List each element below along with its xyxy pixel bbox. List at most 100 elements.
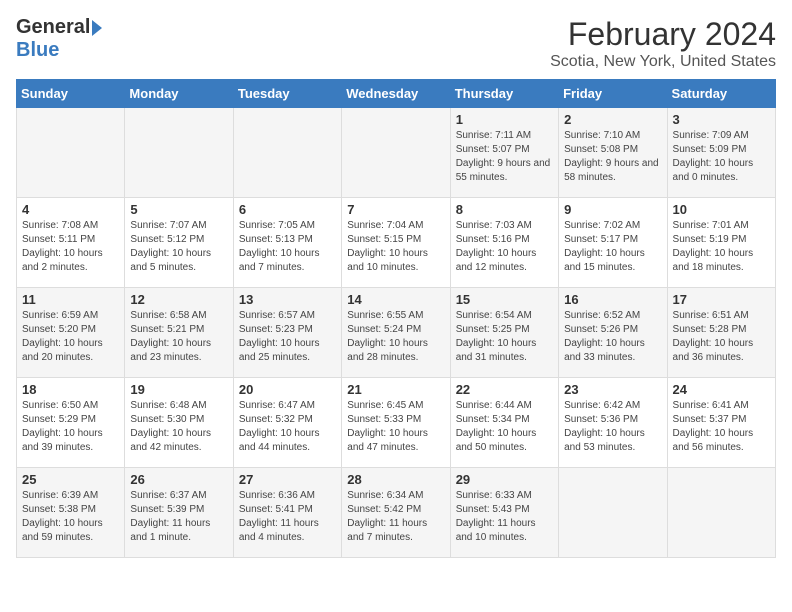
logo-triangle-icon bbox=[92, 20, 102, 36]
day-info: Sunrise: 7:05 AM Sunset: 5:13 PM Dayligh… bbox=[239, 219, 336, 275]
calendar-day-cell: 15 Sunrise: 6:54 AM Sunset: 5:25 PM Dayli… bbox=[450, 288, 558, 378]
day-info: Sunrise: 6:45 AM Sunset: 5:33 PM Dayligh… bbox=[347, 399, 444, 455]
day-info: Sunrise: 6:34 AM Sunset: 5:42 PM Dayligh… bbox=[347, 489, 444, 545]
day-info: Sunrise: 7:08 AM Sunset: 5:11 PM Dayligh… bbox=[22, 219, 119, 275]
calendar-day-cell: 4 Sunrise: 7:08 AM Sunset: 5:11 PM Daylig… bbox=[17, 198, 125, 288]
calendar-header: SundayMondayTuesdayWednesdayThursdayFrid… bbox=[17, 80, 776, 108]
day-number: 7 bbox=[347, 202, 444, 217]
calendar-day-cell: 17 Sunrise: 6:51 AM Sunset: 5:28 PM Dayli… bbox=[667, 288, 775, 378]
day-number: 3 bbox=[673, 112, 770, 127]
day-number: 21 bbox=[347, 382, 444, 397]
day-number: 29 bbox=[456, 472, 553, 487]
day-info: Sunrise: 6:55 AM Sunset: 5:24 PM Dayligh… bbox=[347, 309, 444, 365]
calendar-week-row: 4 Sunrise: 7:08 AM Sunset: 5:11 PM Daylig… bbox=[17, 198, 776, 288]
calendar-subtitle: Scotia, New York, United States bbox=[550, 53, 776, 71]
calendar-day-cell: 21 Sunrise: 6:45 AM Sunset: 5:33 PM Dayli… bbox=[342, 378, 450, 468]
day-number: 9 bbox=[564, 202, 661, 217]
calendar-day-cell: 1Sunrise: 7:11 AM Sunset: 5:07 PM Daylig… bbox=[450, 108, 558, 198]
day-of-week-header: Sunday bbox=[17, 80, 125, 108]
days-of-week-row: SundayMondayTuesdayWednesdayThursdayFrid… bbox=[17, 80, 776, 108]
day-number: 23 bbox=[564, 382, 661, 397]
day-number: 14 bbox=[347, 292, 444, 307]
calendar-day-cell: 16 Sunrise: 6:52 AM Sunset: 5:26 PM Dayli… bbox=[559, 288, 667, 378]
calendar-day-cell bbox=[233, 108, 341, 198]
day-number: 11 bbox=[22, 292, 119, 307]
calendar-day-cell: 7 Sunrise: 7:04 AM Sunset: 5:15 PM Daylig… bbox=[342, 198, 450, 288]
day-number: 28 bbox=[347, 472, 444, 487]
day-info: Sunrise: 6:48 AM Sunset: 5:30 PM Dayligh… bbox=[130, 399, 227, 455]
day-info: Sunrise: 7:01 AM Sunset: 5:19 PM Dayligh… bbox=[673, 219, 770, 275]
calendar-day-cell: 23 Sunrise: 6:42 AM Sunset: 5:36 PM Dayli… bbox=[559, 378, 667, 468]
day-info: Sunrise: 7:07 AM Sunset: 5:12 PM Dayligh… bbox=[130, 219, 227, 275]
day-info: Sunrise: 7:09 AM Sunset: 5:09 PM Dayligh… bbox=[673, 129, 770, 185]
calendar-day-cell: 25Sunrise: 6:39 AM Sunset: 5:38 PM Dayli… bbox=[17, 468, 125, 558]
day-info: Sunrise: 6:39 AM Sunset: 5:38 PM Dayligh… bbox=[22, 489, 119, 545]
calendar-day-cell: 13Sunrise: 6:57 AM Sunset: 5:23 PM Dayli… bbox=[233, 288, 341, 378]
day-info: Sunrise: 6:42 AM Sunset: 5:36 PM Dayligh… bbox=[564, 399, 661, 455]
day-info: Sunrise: 6:41 AM Sunset: 5:37 PM Dayligh… bbox=[673, 399, 770, 455]
calendar-day-cell: 10Sunrise: 7:01 AM Sunset: 5:19 PM Dayli… bbox=[667, 198, 775, 288]
day-info: Sunrise: 6:33 AM Sunset: 5:43 PM Dayligh… bbox=[456, 489, 553, 545]
calendar-day-cell: 19 Sunrise: 6:48 AM Sunset: 5:30 PM Dayli… bbox=[125, 378, 233, 468]
calendar-day-cell: 2 Sunrise: 7:10 AM Sunset: 5:08 PM Daylig… bbox=[559, 108, 667, 198]
day-of-week-header: Saturday bbox=[667, 80, 775, 108]
day-number: 20 bbox=[239, 382, 336, 397]
calendar-day-cell bbox=[342, 108, 450, 198]
calendar-day-cell: 20 Sunrise: 6:47 AM Sunset: 5:32 PM Dayli… bbox=[233, 378, 341, 468]
logo-blue: Blue bbox=[16, 39, 59, 62]
calendar-week-row: 1Sunrise: 7:11 AM Sunset: 5:07 PM Daylig… bbox=[17, 108, 776, 198]
calendar-day-cell: 28 Sunrise: 6:34 AM Sunset: 5:42 PM Dayli… bbox=[342, 468, 450, 558]
day-info: Sunrise: 6:59 AM Sunset: 5:20 PM Dayligh… bbox=[22, 309, 119, 365]
day-info: Sunrise: 6:37 AM Sunset: 5:39 PM Dayligh… bbox=[130, 489, 227, 545]
calendar-day-cell: 27Sunrise: 6:36 AM Sunset: 5:41 PM Dayli… bbox=[233, 468, 341, 558]
title-section: February 2024 Scotia, New York, United S… bbox=[550, 16, 776, 71]
calendar-day-cell: 26 Sunrise: 6:37 AM Sunset: 5:39 PM Dayli… bbox=[125, 468, 233, 558]
day-number: 8 bbox=[456, 202, 553, 217]
calendar-day-cell: 5 Sunrise: 7:07 AM Sunset: 5:12 PM Daylig… bbox=[125, 198, 233, 288]
calendar-day-cell: 8Sunrise: 7:03 AM Sunset: 5:16 PM Daylig… bbox=[450, 198, 558, 288]
day-info: Sunrise: 6:51 AM Sunset: 5:28 PM Dayligh… bbox=[673, 309, 770, 365]
day-of-week-header: Thursday bbox=[450, 80, 558, 108]
calendar-title: February 2024 bbox=[550, 16, 776, 53]
day-number: 24 bbox=[673, 382, 770, 397]
calendar-day-cell: 12 Sunrise: 6:58 AM Sunset: 5:21 PM Dayli… bbox=[125, 288, 233, 378]
calendar-day-cell: 29 Sunrise: 6:33 AM Sunset: 5:43 PM Dayli… bbox=[450, 468, 558, 558]
day-info: Sunrise: 6:54 AM Sunset: 5:25 PM Dayligh… bbox=[456, 309, 553, 365]
day-number: 6 bbox=[239, 202, 336, 217]
day-number: 5 bbox=[130, 202, 227, 217]
day-of-week-header: Friday bbox=[559, 80, 667, 108]
day-info: Sunrise: 6:52 AM Sunset: 5:26 PM Dayligh… bbox=[564, 309, 661, 365]
day-number: 2 bbox=[564, 112, 661, 127]
calendar-day-cell: 6 Sunrise: 7:05 AM Sunset: 5:13 PM Daylig… bbox=[233, 198, 341, 288]
day-info: Sunrise: 6:57 AM Sunset: 5:23 PM Dayligh… bbox=[239, 309, 336, 365]
day-info: Sunrise: 6:47 AM Sunset: 5:32 PM Dayligh… bbox=[239, 399, 336, 455]
calendar-day-cell: 3 Sunrise: 7:09 AM Sunset: 5:09 PM Daylig… bbox=[667, 108, 775, 198]
calendar-week-row: 18Sunrise: 6:50 AM Sunset: 5:29 PM Dayli… bbox=[17, 378, 776, 468]
day-number: 22 bbox=[456, 382, 553, 397]
day-number: 4 bbox=[22, 202, 119, 217]
calendar-week-row: 11 Sunrise: 6:59 AM Sunset: 5:20 PM Dayli… bbox=[17, 288, 776, 378]
day-number: 12 bbox=[130, 292, 227, 307]
calendar-table: SundayMondayTuesdayWednesdayThursdayFrid… bbox=[16, 79, 776, 558]
day-number: 26 bbox=[130, 472, 227, 487]
day-info: Sunrise: 6:44 AM Sunset: 5:34 PM Dayligh… bbox=[456, 399, 553, 455]
calendar-day-cell: 9 Sunrise: 7:02 AM Sunset: 5:17 PM Daylig… bbox=[559, 198, 667, 288]
day-info: Sunrise: 7:02 AM Sunset: 5:17 PM Dayligh… bbox=[564, 219, 661, 275]
day-number: 19 bbox=[130, 382, 227, 397]
day-number: 18 bbox=[22, 382, 119, 397]
day-number: 17 bbox=[673, 292, 770, 307]
calendar-day-cell bbox=[125, 108, 233, 198]
day-info: Sunrise: 6:58 AM Sunset: 5:21 PM Dayligh… bbox=[130, 309, 227, 365]
day-info: Sunrise: 7:04 AM Sunset: 5:15 PM Dayligh… bbox=[347, 219, 444, 275]
calendar-day-cell: 18Sunrise: 6:50 AM Sunset: 5:29 PM Dayli… bbox=[17, 378, 125, 468]
day-number: 16 bbox=[564, 292, 661, 307]
day-info: Sunrise: 7:10 AM Sunset: 5:08 PM Dayligh… bbox=[564, 129, 661, 185]
day-of-week-header: Wednesday bbox=[342, 80, 450, 108]
calendar-day-cell bbox=[667, 468, 775, 558]
page-header: General Blue February 2024 Scotia, New Y… bbox=[16, 16, 776, 71]
calendar-day-cell: 24 Sunrise: 6:41 AM Sunset: 5:37 PM Dayli… bbox=[667, 378, 775, 468]
day-of-week-header: Monday bbox=[125, 80, 233, 108]
day-info: Sunrise: 6:36 AM Sunset: 5:41 PM Dayligh… bbox=[239, 489, 336, 545]
calendar-day-cell: 11 Sunrise: 6:59 AM Sunset: 5:20 PM Dayli… bbox=[17, 288, 125, 378]
day-number: 15 bbox=[456, 292, 553, 307]
